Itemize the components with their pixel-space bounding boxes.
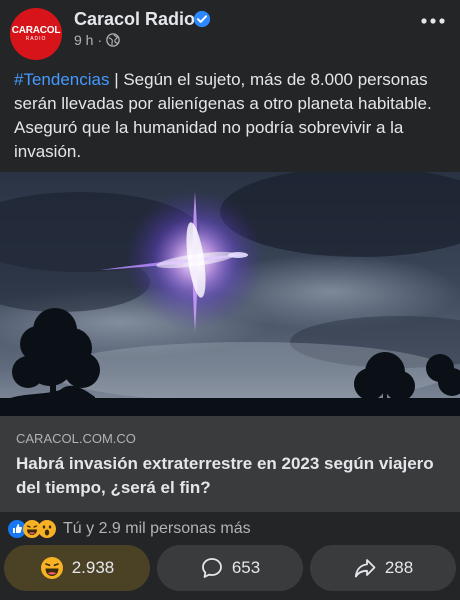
post-meta: 9 h · (74, 32, 120, 48)
stormy-sky-vortex-image (0, 172, 460, 416)
share-button[interactable]: 288 (310, 545, 456, 591)
globe-icon (106, 33, 120, 47)
reaction-count: 2.938 (71, 558, 115, 577)
wow-icon (38, 520, 56, 538)
page-name[interactable]: Caracol Radio (74, 9, 195, 30)
link-domain: CARACOL.COM.CO (16, 431, 136, 446)
avatar-logo-subtext: RADIO (25, 36, 47, 42)
avatar-logo-text: CARACOL (11, 25, 61, 36)
reactions-text: Tú y 2.9 mil personas más (63, 520, 251, 537)
page-avatar[interactable]: CARACOL RADIO (10, 8, 62, 60)
reactions-summary[interactable]: Tú y 2.9 mil personas más (8, 518, 251, 540)
share-icon (354, 559, 376, 578)
link-preview-image[interactable] (0, 172, 460, 416)
comment-icon (201, 558, 222, 578)
comment-button[interactable]: 653 (157, 545, 303, 591)
reaction-button[interactable]: 2.938 (4, 545, 150, 591)
haha-reaction-icon (40, 557, 63, 579)
post-time[interactable]: 9 h (74, 32, 93, 48)
post-text: #Tendencias | Según el sujeto, más de 8.… (14, 68, 450, 164)
hashtag-link[interactable]: #Tendencias (14, 70, 109, 89)
post-header: CARACOL RADIO Caracol Radio 9 h · (0, 0, 460, 64)
verified-badge-icon (193, 10, 211, 28)
comment-count: 653 (231, 558, 261, 577)
link-title[interactable]: Habrá invasión extraterrestre en 2023 se… (16, 452, 436, 500)
share-count: 288 (384, 558, 414, 577)
more-options-icon[interactable] (420, 14, 446, 28)
meta-separator: · (97, 32, 103, 48)
